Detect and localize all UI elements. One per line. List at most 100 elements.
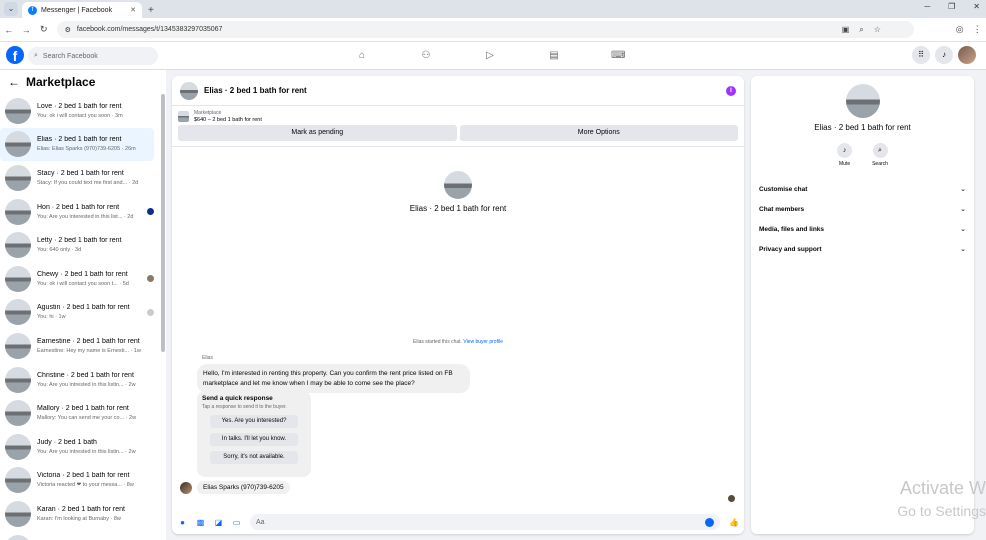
listing-summary[interactable]: Marketplace $640 – 2 bed 1 bath for rent (172, 106, 744, 125)
browser-tab[interactable]: f Messenger | Facebook ✕ (22, 2, 142, 18)
conversation-preview: You: ok i will contact you soon t... · 5… (37, 280, 129, 287)
conversation-avatar (5, 332, 31, 359)
quick-reply-button[interactable]: Yes. Are you interested? (210, 415, 298, 428)
search-in-chat-button[interactable]: ⌕ Search (872, 143, 888, 167)
close-tab-icon[interactable]: ✕ (130, 6, 136, 14)
conversation-avatar (5, 400, 31, 427)
reload-icon[interactable]: ↻ (35, 24, 53, 35)
zoom-icon[interactable]: ⌕ (859, 25, 863, 35)
restore-icon[interactable]: ❐ (948, 2, 955, 11)
unread-dot (147, 208, 154, 216)
conversation-item[interactable]: Letty · 2 bed 1 bath for rent You: 640 on… (0, 228, 166, 262)
cast-icon[interactable]: ▣ (842, 25, 850, 35)
facebook-search-input[interactable]: ⌕ Search Facebook (28, 47, 158, 65)
conversation-name: Karan · 2 bed 1 bath for rent (37, 505, 125, 513)
conversation-avatar (5, 265, 31, 292)
conversation-text: Letty · 2 bed 1 bath for rent You: 640 on… (37, 237, 160, 253)
conversation-list: Love · 2 bed 1 bath for rent You: ok i wi… (0, 94, 166, 540)
incoming-message-bubble[interactable]: Hello, I'm interested in renting this pr… (197, 364, 470, 393)
conversation-item[interactable]: Elias · 2 bed 1 bath for rent Elias: Elia… (0, 127, 154, 162)
account-avatar[interactable] (958, 46, 976, 64)
conversation-item[interactable]: Judy · 2 bed 1 bath You: Are you intreste… (0, 430, 166, 464)
bookmark-star-icon[interactable]: ☆ (874, 25, 881, 35)
sender-avatar[interactable] (180, 481, 192, 494)
chevron-down-icon: ⌄ (960, 206, 966, 213)
tab-search-icon[interactable]: ⌄ (4, 2, 18, 16)
chat-avatar[interactable] (180, 81, 198, 100)
forward-icon[interactable]: → (18, 25, 36, 35)
back-icon[interactable]: ← (0, 25, 18, 35)
more-options-button[interactable]: More Options (459, 125, 738, 141)
mute-label: Mute (839, 161, 851, 167)
marketplace-icon[interactable]: ▤ (547, 49, 561, 63)
mark-pending-button[interactable]: Mark as pending (178, 125, 457, 141)
section-chat-members[interactable]: Chat members ⌄ (751, 199, 974, 219)
conversation-preview: You: ok i will contact you soon · 3m (37, 112, 123, 119)
back-arrow-icon[interactable]: ← (8, 75, 20, 89)
conversation-item[interactable]: Roman · 2 bed 1 bath for rent (0, 531, 166, 540)
microphone-icon[interactable]: ● (178, 518, 187, 527)
site-info-icon[interactable]: ⚙ (65, 26, 71, 34)
watch-icon[interactable]: ▷ (483, 49, 497, 63)
conversation-item[interactable]: Agustin · 2 bed 1 bath for rent You: hi ·… (0, 296, 166, 330)
conversation-item[interactable]: Earnestine · 2 bed 1 bath for rent Earnes… (0, 329, 166, 363)
facebook-logo-icon[interactable]: f (6, 46, 24, 64)
section-media-files[interactable]: Media, files and links ⌄ (751, 219, 974, 239)
quick-response-title: Send a quick response (202, 395, 273, 402)
conversation-preview: You: Are you intrested in this listin...… (37, 448, 136, 455)
conversation-preview: Elias: Elias Sparks (970)739-6205 · 26m (37, 146, 136, 153)
conversation-item[interactable]: Christine · 2 bed 1 bath for rent You: Ar… (0, 363, 166, 397)
chat-started-notice: Elias started this chat. View buyer prof… (172, 339, 744, 345)
seen-receipt-avatar (728, 495, 735, 502)
notifications-bell-icon[interactable]: ♪ (935, 46, 953, 64)
conversation-text: Karan · 2 bed 1 bath for rent Karan: I'm … (37, 506, 160, 522)
message-composer: ● ▩ ◪ ▭ Aa 👍 (172, 510, 744, 534)
new-tab-icon[interactable]: + (148, 5, 154, 16)
gif-icon[interactable]: ▭ (232, 518, 241, 527)
message-input[interactable]: Aa (250, 514, 720, 530)
quick-reply-button[interactable]: In talks. I'll let you know. (210, 433, 298, 446)
conversation-avatar (5, 534, 31, 540)
section-customise-chat[interactable]: Customise chat ⌄ (751, 179, 974, 199)
quick-reply-button[interactable]: Sorry, it's not available. (210, 451, 298, 464)
sidebar-title: Marketplace (26, 75, 96, 89)
view-buyer-profile-link[interactable]: View buyer profile (463, 339, 503, 345)
friends-icon[interactable]: ⚇ (419, 49, 433, 63)
emoji-icon[interactable] (705, 517, 714, 527)
close-window-icon[interactable]: ✕ (973, 2, 980, 11)
search-label: Search (872, 161, 888, 167)
section-label: Media, files and links (759, 225, 825, 233)
home-icon[interactable]: ⌂ (355, 49, 369, 63)
thumbs-up-icon[interactable]: 👍 (729, 518, 739, 527)
conversation-item[interactable]: Stacy · 2 bed 1 bath for rent Stacy: If y… (0, 161, 166, 195)
url-field[interactable]: ⚙ facebook.com/messages/t/13453832970350… (56, 21, 914, 38)
menu-grid-icon[interactable]: ⠿ (912, 46, 930, 64)
conversation-item[interactable]: Love · 2 bed 1 bath for rent You: ok i wi… (0, 94, 166, 128)
conversation-preview: Stacy: If you could text me first and...… (37, 179, 139, 186)
browser-menu-icon[interactable]: ⋮ (968, 24, 986, 35)
conversation-text: Mallory · 2 bed 1 bath for rent Mallory: … (37, 405, 160, 421)
conversation-text: Christine · 2 bed 1 bath for rent You: Ar… (37, 372, 160, 388)
conversation-avatar (5, 500, 31, 527)
conversation-item[interactable]: Chewy · 2 bed 1 bath for rent You: ok i w… (0, 262, 166, 296)
conversation-item[interactable]: Mallory · 2 bed 1 bath for rent Mallory: … (0, 396, 166, 430)
mute-button[interactable]: ♪ Mute (837, 143, 853, 167)
conversation-preview: You: hi · 1w (37, 314, 66, 321)
section-label: Customise chat (759, 185, 808, 193)
conversation-item[interactable]: Hon · 2 bed 1 bath for rent You: Are you … (0, 195, 166, 229)
conversation-item[interactable]: Karan · 2 bed 1 bath for rent Karan: I'm … (0, 497, 166, 531)
conversation-item[interactable]: Victoria · 2 bed 1 bath for rent Victoria… (0, 464, 166, 498)
url-text: facebook.com/messages/t/1345383297035067 (76, 26, 223, 33)
sticker-icon[interactable]: ◪ (214, 518, 223, 527)
gaming-icon[interactable]: ⌨ (611, 49, 625, 63)
minimize-icon[interactable]: ─ (924, 2, 930, 11)
address-bar-row: ← → ↻ ⚙ facebook.com/messages/t/13453832… (0, 18, 986, 42)
photo-icon[interactable]: ▩ (196, 518, 205, 527)
section-privacy-support[interactable]: Privacy and support ⌄ (751, 239, 974, 259)
quick-response-subtitle: Tap a response to send it to the buyer. (202, 404, 287, 410)
profile-icon[interactable]: ◎ (951, 24, 969, 35)
conversation-name: Judy · 2 bed 1 bath (37, 438, 97, 446)
info-icon[interactable]: i (726, 85, 736, 96)
contact-message-bubble[interactable]: Elias Sparks (970)739-6205 (197, 481, 290, 494)
chat-title[interactable]: Elias · 2 bed 1 bath for rent (204, 86, 307, 95)
